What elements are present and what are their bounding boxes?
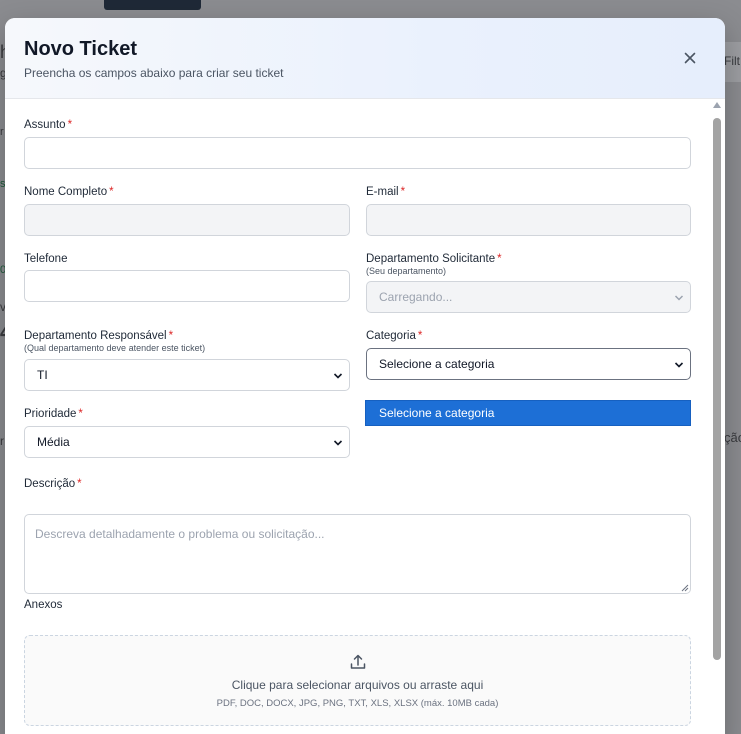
anexos-label: Anexos — [24, 599, 63, 611]
categoria-value: Selecione a categoria — [379, 357, 495, 371]
modal-title: Novo Ticket — [24, 38, 137, 60]
modal-scrollbar[interactable] — [711, 102, 723, 734]
assunto-input[interactable] — [24, 137, 691, 169]
background-text: Filt — [724, 54, 740, 68]
email-label: E-mail * — [366, 186, 406, 198]
dept-responsavel-label: Departamento Responsável * — [24, 330, 174, 342]
descricao-placeholder: Descreva detalhadamente o problema ou so… — [35, 527, 325, 541]
assunto-label: Assunto * — [24, 119, 73, 131]
categoria-select[interactable]: Selecione a categoria — [366, 348, 691, 380]
new-ticket-modal: Novo Ticket Preencha os campos abaixo pa… — [5, 18, 725, 734]
modal-body: Assunto * Nome Completo * E-mail * Telefone… — [5, 100, 725, 734]
modal-subtitle: Preencha os campos abaixo para criar seu… — [24, 66, 284, 80]
dept-responsavel-value: TI — [37, 368, 48, 382]
nome-input[interactable] — [24, 204, 350, 236]
modal-header: Novo Ticket Preencha os campos abaixo pa… — [5, 18, 725, 99]
close-icon — [684, 52, 696, 64]
background-text: r — [0, 434, 4, 448]
chevron-down-icon — [674, 295, 684, 301]
dropzone-text: Clique para selecionar arquivos ou arras… — [231, 678, 484, 692]
descricao-textarea[interactable]: Descreva detalhadamente o problema ou so… — [24, 514, 691, 594]
dept-solicitante-select[interactable]: Carregando... — [366, 281, 691, 313]
chevron-down-icon — [333, 373, 343, 379]
resize-grip-icon[interactable] — [681, 584, 689, 592]
descricao-label: Descrição * — [24, 478, 82, 490]
dept-solicitante-hint: (Seu departamento) — [366, 266, 447, 276]
dept-solicitante-label: Departamento Solicitante * — [366, 253, 502, 265]
prioridade-label: Prioridade * — [24, 408, 83, 420]
scroll-thumb[interactable] — [713, 118, 721, 660]
background-button — [104, 0, 201, 10]
telefone-input[interactable] — [24, 270, 350, 302]
chevron-down-icon — [674, 362, 684, 368]
nome-label: Nome Completo * — [24, 186, 114, 198]
email-input[interactable] — [366, 204, 691, 236]
dept-responsavel-select[interactable]: TI — [24, 359, 350, 391]
dept-solicitante-value: Carregando... — [379, 290, 453, 304]
categoria-dropdown-option[interactable]: Selecione a categoria — [365, 400, 691, 426]
categoria-label: Categoria * — [366, 330, 423, 342]
dept-responsavel-hint: (Qual departamento deve atender este tic… — [24, 343, 206, 353]
dropzone-formats: PDF, DOC, DOCX, JPG, PNG, TXT, XLS, XLSX… — [216, 698, 499, 709]
background-text: r — [0, 126, 4, 138]
prioridade-select[interactable]: Média — [24, 426, 350, 458]
scroll-up-arrow[interactable] — [713, 102, 721, 108]
background-text: ção — [724, 430, 741, 445]
upload-icon — [350, 654, 366, 669]
chevron-down-icon — [333, 440, 343, 446]
prioridade-value: Média — [37, 435, 70, 449]
telefone-label: Telefone — [24, 253, 68, 265]
file-dropzone[interactable]: Clique para selecionar arquivos ou arras… — [24, 635, 691, 726]
close-button[interactable] — [681, 49, 699, 67]
